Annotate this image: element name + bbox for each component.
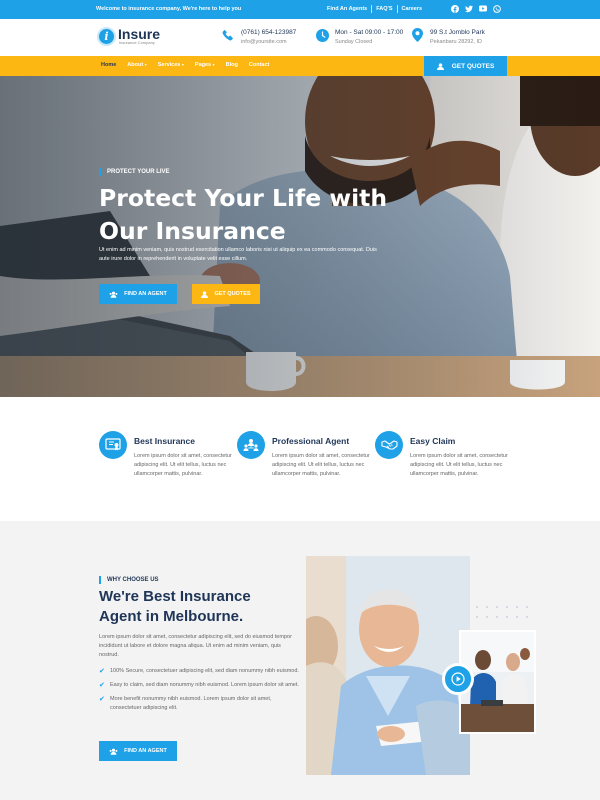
play-icon — [451, 672, 465, 686]
twitter-icon[interactable] — [465, 4, 473, 13]
check-icon: ✔ — [99, 681, 105, 689]
user-icon — [436, 62, 444, 70]
address-line-1: 99 S.t Jomblo Park — [430, 29, 485, 36]
feature-professional-agent: Professional Agent Lorem ipsum dolor sit… — [237, 431, 370, 501]
senior-man-photo — [306, 556, 470, 775]
team-icon — [237, 431, 265, 459]
why-find-agent-button[interactable]: FIND AN AGENT — [99, 741, 177, 761]
handshake-icon — [375, 431, 403, 459]
site-header: i Insure Insurance Company (0761) 654-12… — [0, 19, 600, 56]
top-bar: Welcome to insurance company, We're here… — [0, 0, 600, 19]
hero-title: Protect Your Life with Our Insurance — [99, 184, 388, 245]
users-icon — [109, 748, 118, 755]
find-agents-link[interactable]: Find An Agents — [327, 5, 373, 13]
chevron-down-icon: ▾ — [144, 62, 147, 67]
play-video-button[interactable] — [442, 663, 474, 695]
chevron-down-icon: ▾ — [212, 62, 215, 67]
clock-icon — [315, 28, 329, 42]
list-item: ✔ More benefit nonummy nibh euismod. Lore… — [99, 695, 272, 711]
why-find-agent-label: FIND AN AGENT — [124, 748, 167, 754]
top-links: Find An Agents FAQ'S Careers — [327, 5, 426, 13]
whatsapp-icon[interactable] — [493, 4, 501, 13]
hero-get-quotes-button[interactable]: GET QUOTES — [192, 284, 260, 304]
get-quotes-label: GET QUOTES — [451, 62, 495, 70]
email-address[interactable]: info@yoursite.com — [241, 39, 287, 45]
welcome-text: Welcome to insurance company, We're here… — [96, 6, 242, 12]
certificate-icon — [99, 431, 127, 459]
list-item: ✔ Easy to claim, sed diam nonummy nibh eu… — [99, 681, 299, 689]
nav-menu: Home About ▾ Services ▾ Pages ▾ Blog Con… — [101, 62, 280, 68]
why-tag: WHY CHOOSE US — [99, 576, 159, 584]
phone-icon — [221, 28, 235, 42]
find-agent-label: FIND AN AGENT — [124, 291, 167, 297]
opening-hours-note: Sunday Closed — [335, 39, 373, 45]
logo-icon[interactable]: i — [97, 27, 116, 46]
social-links — [451, 4, 501, 13]
why-points-list: ✔ 100% Secure, consectetuer adipiscing el… — [99, 667, 299, 718]
hero-description: Ut enim ad minim veniam, quis nostrud ex… — [99, 247, 377, 262]
nav-item-home[interactable]: Home — [101, 62, 116, 68]
youtube-icon[interactable] — [479, 4, 487, 13]
nav-item-contact[interactable]: Contact — [249, 62, 269, 68]
phone-number[interactable]: (0761) 654-123987 — [241, 29, 296, 36]
nav-item-blog[interactable]: Blog — [226, 62, 238, 68]
main-nav: Home About ▾ Services ▾ Pages ▾ Blog Con… — [0, 56, 600, 76]
opening-hours: Mon - Sat 09:00 - 17:00 — [335, 29, 404, 36]
user-icon — [201, 290, 209, 298]
careers-link[interactable]: Careers — [398, 5, 427, 13]
check-icon: ✔ — [99, 667, 105, 675]
nav-item-pages[interactable]: Pages ▾ — [195, 62, 215, 68]
feature-title: Easy Claim — [410, 436, 456, 446]
facebook-icon[interactable] — [451, 4, 459, 13]
feature-easy-claim: Easy Claim Lorem ipsum dolor sit amet, c… — [375, 431, 508, 501]
hero-tag: PROTECT YOUR LIVE — [99, 168, 170, 176]
map-pin-icon — [410, 28, 424, 42]
features-section: Best Insurance Lorem ipsum dolor sit ame… — [0, 397, 600, 521]
feature-title: Best Insurance — [134, 436, 195, 446]
decorative-dots — [476, 606, 528, 618]
hero-section: PROTECT YOUR LIVE Protect Your Life with… — [0, 76, 600, 397]
why-title: We're Best Insurance Agent in Melbourne. — [99, 588, 251, 625]
logo-tagline: Insurance Company — [119, 40, 155, 45]
feature-text: Lorem ipsum dolor sit amet, consectetur … — [272, 453, 370, 477]
faqs-link[interactable]: FAQ'S — [372, 5, 398, 13]
feature-text: Lorem ipsum dolor sit amet, consectetur … — [134, 453, 232, 477]
nav-item-services[interactable]: Services ▾ — [158, 62, 184, 68]
find-agent-button[interactable]: FIND AN AGENT — [99, 284, 177, 304]
why-choose-us-section: WHY CHOOSE US We're Best Insurance Agent… — [0, 521, 600, 800]
users-icon — [109, 291, 118, 298]
feature-text: Lorem ipsum dolor sit amet, consectetur … — [410, 453, 508, 477]
why-intro: Lorem ipsum dolor sit amet, consectetur … — [99, 634, 292, 658]
check-icon: ✔ — [99, 695, 105, 703]
chevron-down-icon: ▾ — [181, 62, 184, 67]
nav-item-about[interactable]: About ▾ — [127, 62, 146, 68]
list-item: ✔ 100% Secure, consectetuer adipiscing el… — [99, 667, 299, 675]
feature-best-insurance: Best Insurance Lorem ipsum dolor sit ame… — [99, 431, 232, 501]
get-quotes-button[interactable]: GET QUOTES — [424, 56, 507, 76]
feature-title: Professional Agent — [272, 436, 350, 446]
address-line-2: Pekanbaru 28292, ID — [430, 39, 482, 45]
hero-get-quotes-label: GET QUOTES — [214, 291, 251, 297]
